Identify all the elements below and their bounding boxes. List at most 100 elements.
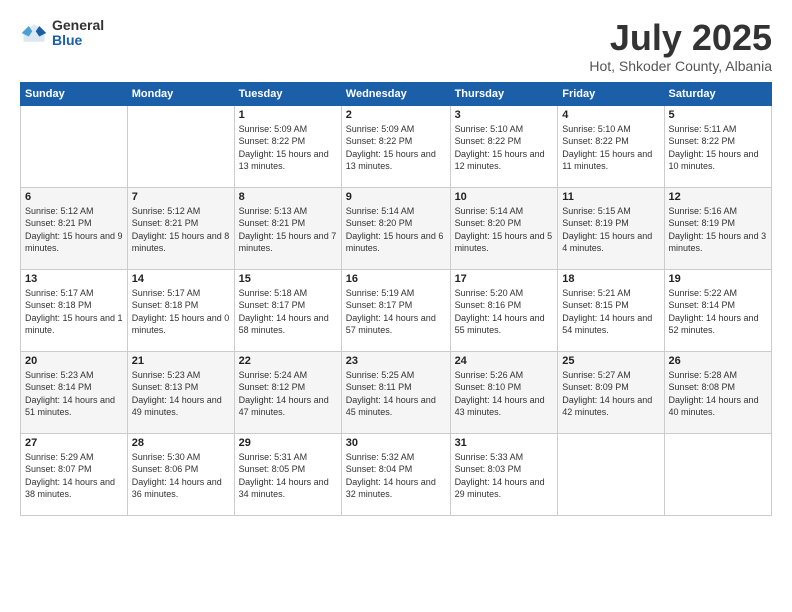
calendar-cell: 19Sunrise: 5:22 AMSunset: 8:14 PMDayligh… [664,269,771,351]
calendar-cell: 27 Sunrise: 5:29 AMSunset: 8:07 PMDayligh… [21,433,128,515]
day-number: 29 [239,437,337,449]
day-number: 16 [346,273,446,285]
calendar-cell: 15Sunrise: 5:18 AMSunset: 8:17 PMDayligh… [234,269,341,351]
day-info: Sunrise: 5:20 AMSunset: 8:16 PMDaylight:… [455,287,554,337]
day-number: 12 [669,191,767,203]
calendar-week-2: 6Sunrise: 5:12 AMSunset: 8:21 PMDaylight… [21,187,772,269]
day-number: 21 [132,355,230,367]
header-friday: Friday [558,82,664,105]
header-wednesday: Wednesday [341,82,450,105]
day-number: 22 [239,355,337,367]
calendar-week-1: 1Sunrise: 5:09 AMSunset: 8:22 PMDaylight… [21,105,772,187]
header-tuesday: Tuesday [234,82,341,105]
calendar-cell: 4Sunrise: 5:10 AMSunset: 8:22 PMDaylight… [558,105,664,187]
day-number: 31 [455,437,554,449]
day-number: 3 [455,109,554,121]
calendar-cell: 29 Sunrise: 5:31 AMSunset: 8:05 PMDayligh… [234,433,341,515]
day-number: 4 [562,109,659,121]
day-number: 7 [132,191,230,203]
day-number: 30 [346,437,446,449]
calendar-cell: 23Sunrise: 5:25 AMSunset: 8:11 PMDayligh… [341,351,450,433]
calendar-cell: 17 Sunrise: 5:20 AMSunset: 8:16 PMDayligh… [450,269,558,351]
day-number: 9 [346,191,446,203]
calendar-cell [664,433,771,515]
logo-general: General [52,18,104,33]
day-info: Sunrise: 5:21 AMSunset: 8:15 PMDaylight:… [562,287,659,337]
day-number: 25 [562,355,659,367]
day-info: Sunrise: 5:10 AMSunset: 8:22 PMDaylight:… [455,123,554,173]
day-number: 17 [455,273,554,285]
day-info: Sunrise: 5:31 AMSunset: 8:05 PMDaylight:… [239,451,337,501]
day-info: Sunrise: 5:24 AMSunset: 8:12 PMDaylight:… [239,369,337,419]
calendar-header: Sunday Monday Tuesday Wednesday Thursday… [21,82,772,105]
calendar-cell: 12 Sunrise: 5:16 AMSunset: 8:19 PMDayligh… [664,187,771,269]
day-number: 24 [455,355,554,367]
calendar-cell [558,433,664,515]
day-info: Sunrise: 5:14 AMSunset: 8:20 PMDaylight:… [346,205,446,255]
day-info: Sunrise: 5:17 AMSunset: 8:18 PMDaylight:… [25,287,123,337]
day-number: 26 [669,355,767,367]
day-info: Sunrise: 5:12 AMSunset: 8:21 PMDaylight:… [132,205,230,255]
day-number: 11 [562,191,659,203]
calendar-cell: 7 Sunrise: 5:12 AMSunset: 8:21 PMDaylight… [127,187,234,269]
day-info: Sunrise: 5:27 AMSunset: 8:09 PMDaylight:… [562,369,659,419]
weekday-row: Sunday Monday Tuesday Wednesday Thursday… [21,82,772,105]
day-info: Sunrise: 5:33 AMSunset: 8:03 PMDaylight:… [455,451,554,501]
calendar-cell: 14Sunrise: 5:17 AMSunset: 8:18 PMDayligh… [127,269,234,351]
day-info: Sunrise: 5:11 AMSunset: 8:22 PMDaylight:… [669,123,767,173]
day-info: Sunrise: 5:14 AMSunset: 8:20 PMDaylight:… [455,205,554,255]
calendar-cell [127,105,234,187]
day-number: 23 [346,355,446,367]
day-info: Sunrise: 5:26 AMSunset: 8:10 PMDaylight:… [455,369,554,419]
logo-icon [20,19,48,47]
calendar-week-3: 13 Sunrise: 5:17 AMSunset: 8:18 PMDayligh… [21,269,772,351]
calendar-cell: 6Sunrise: 5:12 AMSunset: 8:21 PMDaylight… [21,187,128,269]
calendar-cell: 9 Sunrise: 5:14 AMSunset: 8:20 PMDaylight… [341,187,450,269]
calendar-week-5: 27 Sunrise: 5:29 AMSunset: 8:07 PMDayligh… [21,433,772,515]
day-info: Sunrise: 5:23 AMSunset: 8:13 PMDaylight:… [132,369,230,419]
day-info: Sunrise: 5:29 AMSunset: 8:07 PMDaylight:… [25,451,123,501]
calendar-body: 1Sunrise: 5:09 AMSunset: 8:22 PMDaylight… [21,105,772,515]
calendar-table: Sunday Monday Tuesday Wednesday Thursday… [20,82,772,516]
header-sunday: Sunday [21,82,128,105]
calendar-cell: 10Sunrise: 5:14 AMSunset: 8:20 PMDayligh… [450,187,558,269]
title-block: July 2025 Hot, Shkoder County, Albania [589,18,772,74]
calendar-cell: 26Sunrise: 5:28 AMSunset: 8:08 PMDayligh… [664,351,771,433]
day-number: 20 [25,355,123,367]
day-number: 5 [669,109,767,121]
calendar-cell: 2Sunrise: 5:09 AMSunset: 8:22 PMDaylight… [341,105,450,187]
calendar-cell: 1Sunrise: 5:09 AMSunset: 8:22 PMDaylight… [234,105,341,187]
day-number: 13 [25,273,123,285]
calendar-cell: 31 Sunrise: 5:33 AMSunset: 8:03 PMDayligh… [450,433,558,515]
day-number: 1 [239,109,337,121]
day-info: Sunrise: 5:15 AMSunset: 8:19 PMDaylight:… [562,205,659,255]
day-info: Sunrise: 5:13 AMSunset: 8:21 PMDaylight:… [239,205,337,255]
calendar-cell: 11 Sunrise: 5:15 AMSunset: 8:19 PMDayligh… [558,187,664,269]
day-info: Sunrise: 5:22 AMSunset: 8:14 PMDaylight:… [669,287,767,337]
calendar-page: General Blue July 2025 Hot, Shkoder Coun… [0,0,792,612]
header-monday: Monday [127,82,234,105]
day-number: 27 [25,437,123,449]
month-title: July 2025 [589,18,772,58]
day-info: Sunrise: 5:30 AMSunset: 8:06 PMDaylight:… [132,451,230,501]
day-info: Sunrise: 5:23 AMSunset: 8:14 PMDaylight:… [25,369,123,419]
day-info: Sunrise: 5:32 AMSunset: 8:04 PMDaylight:… [346,451,446,501]
calendar-cell: 13 Sunrise: 5:17 AMSunset: 8:18 PMDayligh… [21,269,128,351]
calendar-cell: 8Sunrise: 5:13 AMSunset: 8:21 PMDaylight… [234,187,341,269]
day-number: 18 [562,273,659,285]
calendar-cell: 28Sunrise: 5:30 AMSunset: 8:06 PMDayligh… [127,433,234,515]
day-info: Sunrise: 5:17 AMSunset: 8:18 PMDaylight:… [132,287,230,337]
calendar-cell: 16 Sunrise: 5:19 AMSunset: 8:17 PMDayligh… [341,269,450,351]
calendar-cell: 25 Sunrise: 5:27 AMSunset: 8:09 PMDayligh… [558,351,664,433]
calendar-cell: 21 Sunrise: 5:23 AMSunset: 8:13 PMDayligh… [127,351,234,433]
logo-text: General Blue [52,18,104,49]
header-saturday: Saturday [664,82,771,105]
logo-blue: Blue [52,33,104,48]
calendar-cell: 3 Sunrise: 5:10 AMSunset: 8:22 PMDaylight… [450,105,558,187]
calendar-cell: 18 Sunrise: 5:21 AMSunset: 8:15 PMDayligh… [558,269,664,351]
calendar-cell: 24 Sunrise: 5:26 AMSunset: 8:10 PMDayligh… [450,351,558,433]
calendar-cell [21,105,128,187]
day-info: Sunrise: 5:16 AMSunset: 8:19 PMDaylight:… [669,205,767,255]
day-info: Sunrise: 5:19 AMSunset: 8:17 PMDaylight:… [346,287,446,337]
calendar-cell: 22 Sunrise: 5:24 AMSunset: 8:12 PMDayligh… [234,351,341,433]
